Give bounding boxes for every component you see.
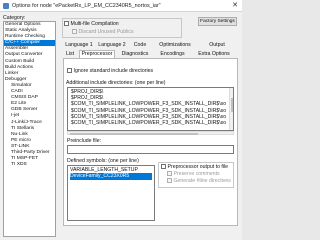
- pp-output-option[interactable]: Preprocessor output to file: [161, 164, 228, 170]
- tab-list[interactable]: List: [63, 50, 77, 58]
- ignore-std-include-option[interactable]: Ignore standard include directories: [67, 68, 153, 74]
- multifile-checkbox[interactable]: [64, 21, 69, 26]
- tree-item-ti-xds[interactable]: TI XDS: [4, 162, 55, 168]
- tab-output[interactable]: Output: [203, 41, 231, 49]
- preserve-comments-checkbox: [167, 171, 172, 176]
- discard-label: Discard Unused Publics: [78, 29, 134, 35]
- defined-symbols-label: Defined symbols: (one per line): [67, 158, 139, 164]
- generate-line-option: Generate #line directives: [167, 178, 231, 184]
- preserve-comments-option: Preserve comments: [167, 171, 220, 177]
- tab-diagnostics[interactable]: Diagnostics: [118, 50, 152, 58]
- tab-optimizations[interactable]: Optimizations: [155, 41, 195, 49]
- generate-line-label: Generate #line directives: [173, 178, 231, 184]
- app-icon: [3, 3, 9, 9]
- ignore-std-include-checkbox[interactable]: [67, 68, 72, 73]
- tab-code[interactable]: Code: [129, 41, 151, 49]
- include-dirs-horizontal-scrollbar[interactable]: [67, 131, 234, 135]
- include-dirs-vertical-scrollbar[interactable]: [229, 88, 233, 130]
- ignore-std-include-label: Ignore standard include directories: [73, 68, 154, 74]
- factory-settings-button[interactable]: Factory Settings: [198, 17, 237, 26]
- generate-line-checkbox: [167, 178, 172, 183]
- preinclude-input[interactable]: [67, 145, 234, 154]
- include-dirs-textarea[interactable]: $PROJ_DIR$\ $PROJ_DIR$\ $COM_TI_SIMPLELI…: [67, 87, 234, 131]
- preinclude-label: Preinclude file:: [67, 138, 102, 144]
- include-dir-line: $COM_TI_SIMPLELINK_LOWPOWER_F3_SDK_INSTA…: [71, 101, 227, 108]
- defined-symbols-textarea[interactable]: VARIABLE_LENGTH_SETUP DeviceFamily_CC23X…: [67, 165, 155, 221]
- pp-output-checkbox[interactable]: [161, 164, 166, 169]
- tab-preprocessor[interactable]: Preprocessor: [79, 50, 115, 58]
- window-title: Options for node "ePacketRx_LP_EM_CC2340…: [12, 3, 161, 9]
- multifile-label: Multi-file Compilation: [70, 21, 119, 27]
- tab-encodings[interactable]: Encodings: [156, 50, 189, 58]
- pp-output-label: Preprocessor output to file: [167, 164, 229, 170]
- category-tree[interactable]: General Options Static Analysis Runtime …: [3, 21, 56, 237]
- title-bar: Options for node "ePacketRx_LP_EM_CC2340…: [0, 0, 242, 12]
- tab-extra-options[interactable]: Extra Options: [194, 50, 234, 58]
- multifile-option[interactable]: Multi-file Compilation: [64, 21, 119, 27]
- tab-language-1[interactable]: Language 1: [63, 41, 95, 49]
- discard-checkbox: [72, 29, 77, 34]
- include-dir-line: $COM_TI_SIMPLELINK_LOWPOWER_F3_SDK_INSTA…: [71, 119, 227, 126]
- close-icon[interactable]: ✕: [232, 2, 238, 10]
- include-dirs-label: Additional include directories: (one per…: [66, 80, 166, 86]
- preserve-comments-label: Preserve comments: [173, 171, 220, 177]
- include-dir-line: $COM_TI_SIMPLELINK_LOWPOWER_F3_SDK_INSTA…: [71, 107, 227, 114]
- discard-option: Discard Unused Publics: [72, 29, 134, 35]
- defined-symbol-line-selected: DeviceFamily_CC23X0R5: [70, 173, 152, 180]
- tab-language-2[interactable]: Language 2: [96, 41, 128, 49]
